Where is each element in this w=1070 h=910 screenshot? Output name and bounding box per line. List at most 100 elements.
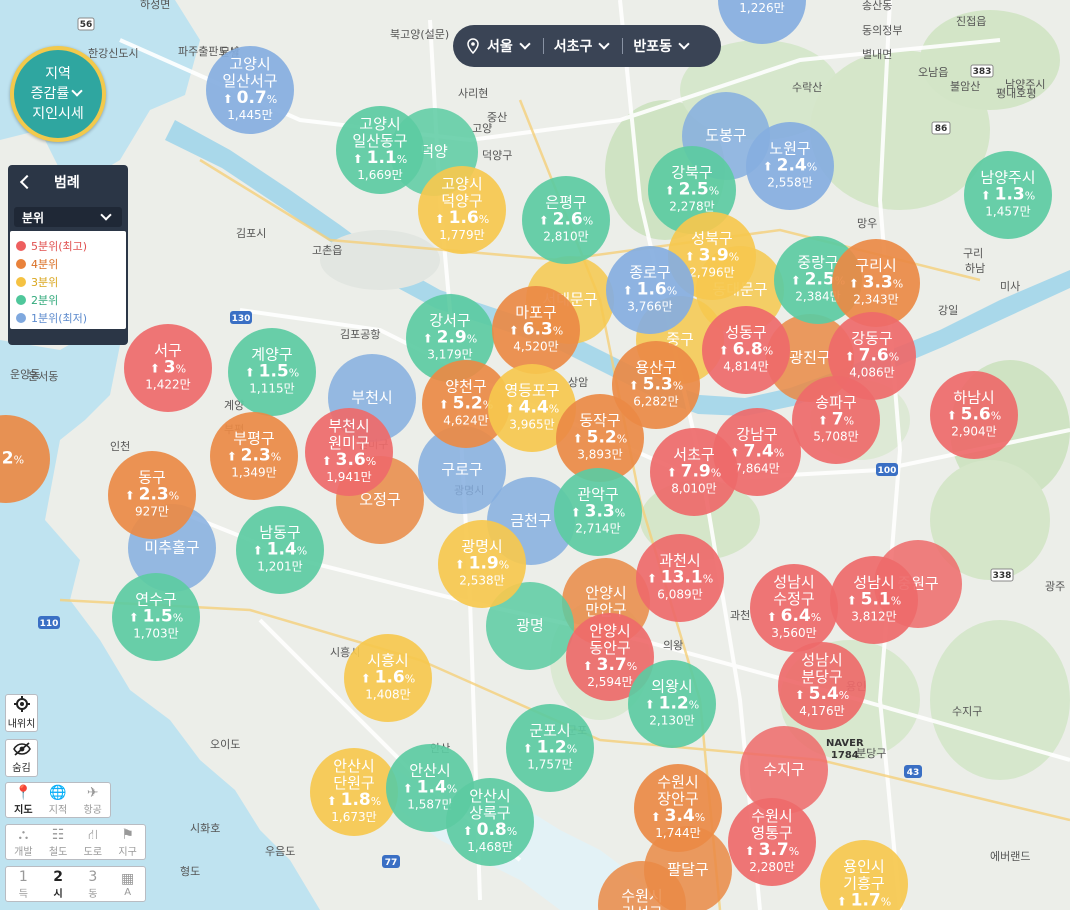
district-bubble[interactable]: 성남시분당구⬆ 5.4%4,176만 [778,642,866,730]
district-name: 수지구 [763,761,804,779]
level-group: 1득 2시 3동 ▦ A [5,866,146,902]
my-location-button[interactable]: 내위치 [5,694,38,732]
level-button[interactable]: 1득 [6,867,41,901]
district-name: 부천시 [328,417,369,435]
district-bubble[interactable]: 광명시⬆ 1.9%2,538만 [438,520,526,608]
district-price: 3,560만 [771,626,816,640]
district-price: 2,538만 [459,574,504,588]
district-bubble[interactable]: 관악구⬆ 3.3%2,714만 [554,468,642,556]
district-bubble[interactable]: 은평구⬆ 2.6%2,810만 [522,176,610,264]
level-1-icon: 1 [18,868,28,885]
eye-off-icon [12,742,31,759]
level-button[interactable]: ▦ A [110,867,145,901]
road-number: 86 [935,124,948,134]
district-select[interactable]: 서초구 [554,36,613,56]
district-bubble[interactable]: 고양시일산서구⬆ 0.7%1,445만 [206,46,294,134]
overlay-district[interactable]: ⚑ 지구 [110,825,145,859]
chevron-down-icon [598,38,611,50]
district-price: 1,587만 [407,798,452,812]
district-bubble[interactable]: 시흥시⬆ 1.6%1,408만 [344,634,432,722]
legend-select[interactable]: 분위 [14,207,122,227]
district-bubble[interactable]: 수원시장안구⬆ 3.4%1,744만 [634,764,722,852]
place-label: 인천 [110,439,130,453]
district-bubble[interactable]: 남양주시⬆ 1.3%1,457만 [964,151,1052,239]
level-3-icon: 3 [88,868,98,885]
district-bubble[interactable]: 성동구⬆ 6.8%4,814만 [702,306,790,394]
district-name: 수원시 [751,807,792,825]
legend-dot-icon [16,259,26,269]
map-type-cadastral[interactable]: 🌐 지적 [41,783,76,817]
district-name: 광진구 [789,349,830,367]
district-price: 1,468만 [467,840,512,854]
district-bubble[interactable]: 고양시일산동구⬆ 1.1%1,669만 [336,106,424,194]
road-number: 110 [40,619,59,629]
district-bubble[interactable]: 남동구⬆ 1.4%1,201만 [236,506,324,594]
overlay-road[interactable]: ⛙ 도로 [76,825,111,859]
railway-icon: ☷ [51,826,65,843]
development-icon: ⛬ [18,826,29,843]
district-bubble[interactable]: 과천시⬆ 13.1%6,089만 [636,534,724,622]
district-bubble[interactable]: 노원구⬆ 2.4%2,558만 [746,122,834,210]
map-canvas[interactable]: 56 383 86 130 100 110 338 43 77 하성면문발파주출… [0,0,1070,910]
district-price: 3,179만 [427,348,472,362]
naver-logo: NAVER [826,738,864,749]
district-bubble[interactable]: 동구⬆ 2.3%927만 [108,451,196,539]
my-location-label: 내위치 [7,719,36,730]
level-button[interactable]: 2시 [41,867,76,901]
district-bubble[interactable]: 종로구⬆ 1.6%3,766만 [606,246,694,334]
district-bubble[interactable]: 수원시영통구⬆ 3.7%2,280만 [728,798,816,886]
road-number: 43 [907,768,920,778]
district-price: 4,624만 [443,414,488,428]
district-bubble[interactable]: 계양구⬆ 1.5%1,115만 [228,328,316,416]
overlay-railway[interactable]: ☷ 철도 [41,825,76,859]
legend-item: 1분위(최저) [16,309,120,327]
place-label: 구리 [963,247,983,260]
district-bubble[interactable]: 하남시⬆ 5.6%2,904만 [930,371,1018,459]
globe-icon: 🌐 [49,784,67,801]
district-bubble[interactable]: 성남시⬆ 5.1%3,812만 [830,556,918,644]
place-label: 강일 [938,303,958,317]
district-bubble[interactable]: 마포구⬆ 6.3%4,520만 [492,286,580,374]
district-name: 고양시 [441,175,482,193]
district-price: 3,893만 [577,448,622,462]
district-bubble[interactable]: 부평구⬆ 2.3%1,349만 [210,412,298,500]
map-type-aerial[interactable]: ✈ 항공 [75,783,110,817]
legend-dot-icon [16,241,26,251]
district-name: 안산시 [469,787,510,805]
legend-item-label: 5분위(최고) [31,240,88,253]
place-label: 하성면 [140,0,170,11]
district-bubble[interactable]: 부천시원미구⬆ 3.6%1,941만 [305,408,393,496]
district-bubble[interactable]: 군포시⬆ 1.2%1,757만 [506,704,594,792]
district-name: 덕양 [420,143,448,161]
district-name: 도봉구 [705,127,746,145]
place-label: 의왕 [663,639,683,652]
city-select[interactable]: 서울 [487,36,533,56]
road-number: 383 [973,67,992,77]
back-arrow-icon[interactable] [19,174,35,190]
legend-item: 3분위 [16,273,120,291]
dong-select[interactable]: 반포동 [633,36,692,56]
district-price: 1,941만 [326,470,371,484]
overlay-group: ⛬ 개발 ☷ 철도 ⛙ 도로 ⚑ 지구 [5,824,146,860]
region-metric-toggle[interactable]: 지역 증감률 지인시세 [10,46,106,142]
district-bubble[interactable]: 의왕시⬆ 1.2%2,130만 [628,660,716,748]
road-number: 100 [878,466,897,476]
district-bubble[interactable]: 서초구⬆ 7.9%8,010만 [650,428,738,516]
place-label: 에버랜드 [990,850,1030,863]
district-bubble[interactable]: 안산시단원구⬆ 1.8%1,673만 [310,748,398,836]
district-bubble[interactable]: 송파구⬆ 7%5,708만 [792,376,880,464]
place-label: 평내호평 [996,87,1036,100]
district-bubble[interactable]: 성남시수정구⬆ 6.4%3,560만 [750,564,838,652]
district-price: 927만 [135,505,169,519]
overlay-development[interactable]: ⛬ 개발 [6,825,41,859]
level-button[interactable]: 3동 [76,867,111,901]
district-price: 2,810만 [543,230,588,244]
district-price: 1,422만 [145,378,190,392]
district-bubble[interactable]: 연수구⬆ 1.5%1,703만 [112,573,200,661]
map-type-map[interactable]: 📍 지도 [6,783,41,817]
district-bubble[interactable]: 서구⬆ 3%1,422만 [124,324,212,412]
district-bubble[interactable]: 고양시덕양구⬆ 1.6%1,779만 [418,166,506,254]
district-bubble[interactable]: 안산시상록구⬆ 0.8%1,468만 [446,778,534,866]
district-name: 성남시 [801,651,842,669]
hide-button[interactable]: 숨김 [5,739,38,777]
